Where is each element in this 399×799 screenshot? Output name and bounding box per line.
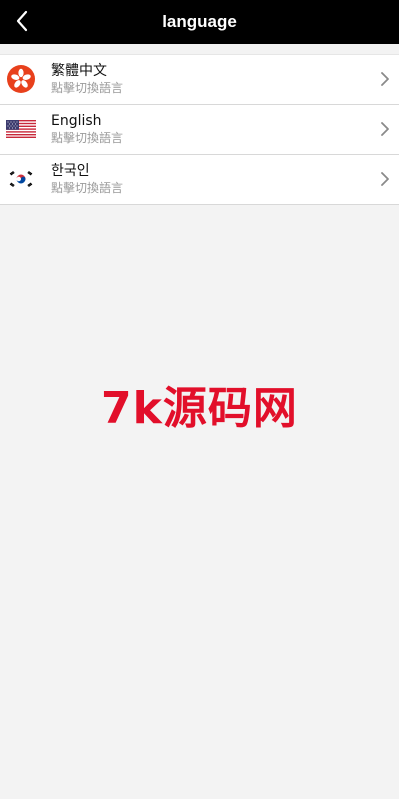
chevron-right-icon <box>381 172 389 186</box>
language-item-english[interactable]: English 點擊切換語言 <box>0 105 399 155</box>
south-korea-flag-icon <box>6 164 36 194</box>
header-bar: language <box>0 0 399 44</box>
chevron-right-icon <box>381 72 389 86</box>
chevron-right-icon <box>381 122 389 136</box>
language-item-traditional-chinese[interactable]: 繁體中文 點擊切換語言 <box>0 54 399 105</box>
language-subtitle: 點擊切換語言 <box>51 181 124 195</box>
language-subtitle: 點擊切換語言 <box>51 131 124 145</box>
language-subtitle: 點擊切換語言 <box>51 81 124 95</box>
watermark-text: 7k源码网 <box>101 383 298 434</box>
language-label: 繁體中文 <box>51 63 107 79</box>
language-label: 한국인 <box>51 163 90 179</box>
language-item-korean[interactable]: 한국인 點擊切換語言 <box>0 155 399 205</box>
hong-kong-flag-icon <box>6 64 36 94</box>
language-list: 繁體中文 點擊切換語言 English 點擊切換語言 한국인 點擊切換語言 <box>0 54 399 205</box>
page-title: language <box>162 12 237 31</box>
language-label: English <box>51 113 102 129</box>
usa-flag-icon <box>6 114 36 144</box>
